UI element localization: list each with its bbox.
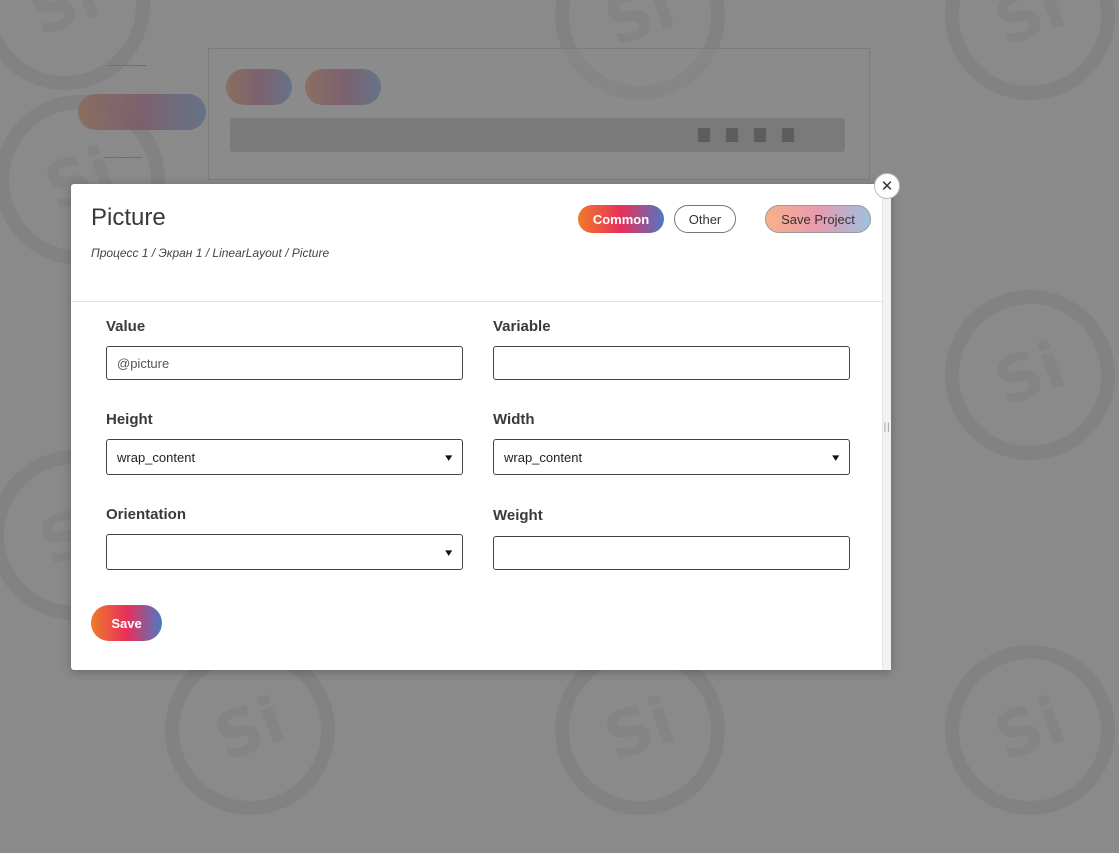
width-label: Width (493, 411, 535, 428)
modal-scrollbar[interactable]: || (882, 184, 891, 670)
modal-title: Picture (91, 204, 166, 231)
header-divider (71, 301, 883, 302)
orientation-label: Orientation (106, 506, 187, 523)
toolbar-icon-faded (726, 128, 738, 142)
variable-label: Variable (493, 318, 551, 335)
underlying-toolbar (230, 118, 845, 152)
width-select[interactable]: wrap_content ▾ (493, 439, 850, 475)
variable-input[interactable] (493, 346, 850, 380)
tab-other[interactable]: Other (674, 205, 736, 233)
chevron-down-icon: ▾ (445, 546, 453, 559)
tab-common[interactable]: Common (578, 205, 664, 233)
toolbar-icon-faded (754, 128, 766, 142)
properties-modal: || Picture Процесс 1 / Экран 1 / LinearL… (71, 184, 891, 670)
close-icon: ✕ (880, 177, 894, 195)
sidebar-link-faded: ——— (104, 150, 143, 165)
chevron-down-icon: ▾ (832, 451, 840, 464)
height-label: Height (106, 411, 153, 428)
underlying-panel (208, 48, 870, 180)
sidebar-link-faded: ——— (108, 58, 147, 73)
chevron-down-icon: ▾ (445, 451, 453, 464)
breadcrumb: Процесс 1 / Экран 1 / LinearLayout / Pic… (91, 246, 330, 260)
save-project-button[interactable]: Save Project (765, 205, 871, 233)
height-selected-value: wrap_content (117, 449, 196, 465)
orientation-select[interactable]: ▾ (106, 534, 463, 570)
scrollbar-grip-icon: || (883, 422, 890, 433)
underlying-button (226, 69, 292, 105)
save-button[interactable]: Save (91, 605, 162, 641)
width-selected-value: wrap_content (504, 449, 583, 465)
height-select[interactable]: wrap_content ▾ (106, 439, 463, 475)
sidebar-active-pill (78, 94, 206, 130)
toolbar-icon-faded (782, 128, 794, 142)
toolbar-icon-faded (698, 128, 710, 142)
value-input[interactable]: @picture (106, 346, 463, 380)
underlying-button (305, 69, 381, 105)
weight-label: Weight (493, 507, 543, 524)
value-label: Value (106, 318, 146, 335)
weight-input[interactable] (493, 536, 850, 570)
close-button[interactable]: ✕ (874, 173, 900, 199)
